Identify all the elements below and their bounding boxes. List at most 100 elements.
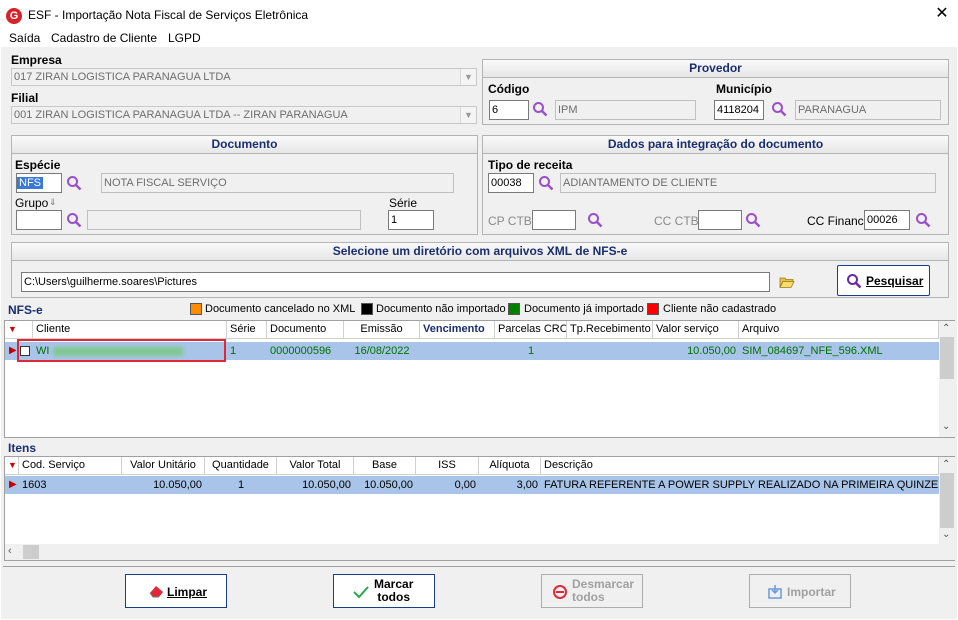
- chevron-down-icon[interactable]: ⌄: [942, 421, 950, 432]
- cell-descricao: FATURA REFERENTE A POWER SUPPLY REALIZAD…: [544, 479, 939, 491]
- cc-financ-label: CC Financ.: [807, 214, 868, 228]
- sort-indicator-icon[interactable]: ▼: [5, 321, 33, 339]
- desmarcar-todos-label: Desmarcar todos: [572, 578, 634, 604]
- empresa-value: 017 ZIRAN LOGISTICA PARANAGUA LTDA: [14, 71, 231, 83]
- nfse-scrollbar[interactable]: ⌃ ⌄: [939, 321, 955, 437]
- itens-grid[interactable]: ▼ Cod. Serviço Valor Unitário Quantidade…: [4, 456, 955, 561]
- footer-divider: [3, 566, 955, 567]
- empresa-select[interactable]: 017 ZIRAN LOGISTICA PARANAGUA LTDA ▼: [11, 68, 477, 86]
- folder-open-icon[interactable]: [779, 275, 795, 289]
- importar-label: Importar: [787, 585, 836, 599]
- menu-cadastro-cliente[interactable]: Cadastro de Cliente: [51, 31, 157, 45]
- itens-section-title: Itens: [8, 441, 37, 455]
- serie-input[interactable]: 1: [388, 210, 434, 230]
- itens-row[interactable]: ▶ 1603 10.050,00 1 10.050,00 10.050,00 0…: [5, 476, 939, 494]
- cp-ctb-label: CP CTB: [488, 214, 532, 228]
- row-pointer-icon: ▶: [9, 345, 16, 356]
- nfse-grid[interactable]: ▼ Cliente Série Documento Emissão Vencim…: [4, 320, 955, 438]
- especie-input[interactable]: NFS: [16, 173, 62, 193]
- search-icon[interactable]: [771, 101, 787, 117]
- cell-parcelas: 1: [527, 345, 535, 357]
- nfse-header-row: ▼ Cliente Série Documento Emissão Vencim…: [5, 321, 939, 339]
- diretorio-path-input[interactable]: C:\Users\guilherme.soares\Pictures: [21, 272, 770, 292]
- col-serie[interactable]: Série: [227, 321, 267, 339]
- search-icon[interactable]: [66, 175, 82, 191]
- search-icon[interactable]: [745, 212, 761, 228]
- itens-scrollbar-h[interactable]: ‹: [5, 544, 939, 560]
- cc-ctb-input[interactable]: [698, 210, 742, 230]
- search-icon[interactable]: [532, 101, 548, 117]
- col-vencimento[interactable]: Vencimento: [420, 321, 495, 339]
- checkmark-icon: [353, 586, 369, 599]
- documento-title: Documento: [12, 136, 477, 154]
- col-arquivo[interactable]: Arquivo: [739, 321, 939, 339]
- menu-lgpd[interactable]: LGPD: [168, 31, 201, 45]
- diretorio-title: Selecione um diretório com arquivos XML …: [12, 243, 948, 261]
- codigo-input[interactable]: 6: [489, 100, 529, 120]
- cell-aliquota: 3,00: [516, 479, 538, 491]
- chevron-down-icon[interactable]: ▼: [460, 69, 476, 85]
- col-valor-unitario[interactable]: Valor Unitário: [122, 457, 205, 475]
- cp-ctb-input[interactable]: [532, 210, 576, 230]
- scroll-thumb[interactable]: [940, 337, 954, 379]
- import-icon: [768, 585, 782, 599]
- search-icon: [847, 274, 862, 289]
- tipo-receita-input[interactable]: 00038: [488, 173, 534, 193]
- col-valor-servico[interactable]: Valor serviço: [653, 321, 739, 339]
- marcar-line-1: Marcar: [374, 577, 414, 591]
- marcar-todos-button[interactable]: Marcar todos: [333, 574, 435, 608]
- scroll-thumb[interactable]: [940, 473, 954, 528]
- provedor-title: Provedor: [483, 60, 948, 78]
- cell-emissao: 16/08/2022: [354, 345, 410, 357]
- col-base[interactable]: Base: [354, 457, 416, 475]
- sort-indicator-icon[interactable]: ▼: [5, 457, 19, 475]
- col-parcelas-crc[interactable]: Parcelas CRC: [495, 321, 567, 339]
- col-cliente[interactable]: Cliente: [33, 321, 227, 339]
- cell-documento: 0000000596: [270, 345, 332, 357]
- search-icon[interactable]: [915, 212, 931, 228]
- pesquisar-button[interactable]: Pesquisar: [837, 265, 930, 296]
- tipo-receita-label: Tipo de receita: [488, 158, 573, 172]
- grupo-input[interactable]: [16, 210, 62, 230]
- desmarcar-todos-button[interactable]: Desmarcar todos: [541, 574, 643, 608]
- app-logo-icon: G: [6, 8, 22, 24]
- codigo-desc: IPM: [555, 100, 696, 120]
- legend-cancelado-swatch: [190, 303, 202, 315]
- col-valor-total[interactable]: Valor Total: [277, 457, 354, 475]
- chevron-up-icon[interactable]: ⌃: [942, 323, 950, 334]
- cc-financ-input[interactable]: 00026: [864, 210, 910, 230]
- filter-icon: ⇓: [49, 197, 57, 207]
- filial-value: 001 ZIRAN LOGISTICA PARANAGUA LTDA -- ZI…: [14, 109, 348, 121]
- cell-serie: 1: [230, 345, 237, 357]
- col-aliquota[interactable]: Alíquota: [479, 457, 541, 475]
- search-icon[interactable]: [66, 212, 82, 228]
- col-iss[interactable]: ISS: [416, 457, 479, 475]
- cell-vencimento: [420, 342, 495, 360]
- legend-importado-swatch: [508, 303, 520, 315]
- chevron-down-icon[interactable]: ▼: [460, 107, 476, 123]
- col-cod-servico[interactable]: Cod. Serviço: [19, 457, 122, 475]
- filial-select[interactable]: 001 ZIRAN LOGISTICA PARANAGUA LTDA -- ZI…: [11, 106, 477, 124]
- importar-button[interactable]: Importar: [749, 574, 851, 608]
- municipio-input[interactable]: 4118204: [714, 100, 764, 120]
- filial-label: Filial: [11, 91, 39, 105]
- serie-label: Série: [389, 196, 418, 210]
- chevron-up-icon[interactable]: ⌃: [942, 459, 950, 470]
- close-icon[interactable]: ✕: [932, 4, 952, 24]
- col-tp-recebimento[interactable]: Tp.Recebimento: [567, 321, 653, 339]
- itens-scrollbar-v[interactable]: ⌃ ⌄: [939, 457, 955, 560]
- col-emissao[interactable]: Emissão: [344, 321, 420, 339]
- col-quantidade[interactable]: Quantidade: [205, 457, 277, 475]
- cell-valor-unitario: 10.050,00: [153, 479, 202, 491]
- marcar-todos-label: Marcar todos: [374, 578, 413, 604]
- highlight-box: [17, 339, 226, 362]
- chevron-down-icon[interactable]: ⌄: [942, 529, 950, 540]
- search-icon[interactable]: [587, 212, 603, 228]
- chevron-left-icon[interactable]: ‹: [8, 545, 12, 557]
- scroll-thumb[interactable]: [23, 545, 39, 559]
- menu-saida[interactable]: Saída: [9, 31, 40, 45]
- col-documento[interactable]: Documento: [267, 321, 344, 339]
- search-icon[interactable]: [538, 175, 554, 191]
- col-descricao[interactable]: Descrição: [541, 457, 939, 475]
- limpar-button[interactable]: Limpar: [125, 574, 227, 608]
